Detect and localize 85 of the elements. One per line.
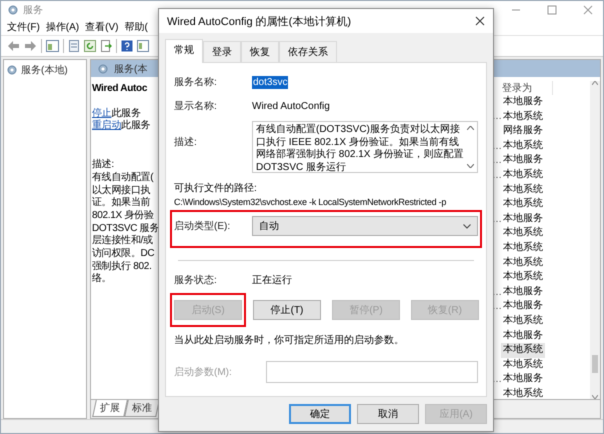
table-cell-text: 本地系统 — [502, 358, 544, 372]
dropdown[interactable]: 自动 — [252, 216, 478, 236]
hint-text: 当从此处启动服务时，你可指定所适用的启动参数。 — [174, 334, 405, 347]
tree-item[interactable]: 服务(本地) — [21, 63, 68, 77]
table-cell: 本地系统 — [501, 343, 545, 358]
field-label: 服务名称: — [174, 76, 218, 89]
scrollbar[interactable] — [590, 81, 600, 399]
service-button[interactable]: 停止(T) — [253, 300, 321, 320]
description-text: 层连接性和/或 — [92, 235, 154, 248]
table-cell-text: 本地系统 — [502, 182, 544, 197]
maximize-icon[interactable] — [547, 4, 557, 14]
table-cell-text: 本地系统 — [502, 110, 544, 124]
table-cell-text: 本地系统 — [502, 240, 544, 255]
table-cell-text: 本地服务 — [502, 328, 544, 342]
description-text: 强制执行 802. — [92, 260, 153, 273]
field-label: 启动参数(M): — [174, 366, 233, 379]
gear-icon — [7, 4, 19, 16]
dialog-title: Wired AutoConfig 的属性(本地计算机) — [167, 14, 351, 28]
field-label: 可执行文件的路径: — [174, 182, 258, 195]
scroll-up-icon[interactable] — [592, 81, 598, 85]
status-value: 正在运行 — [252, 274, 292, 287]
table-cell-text: 本地系统 — [502, 270, 544, 284]
menu-item[interactable]: 操作(A) — [46, 20, 80, 34]
table-cell-text: 本地服务 — [502, 372, 544, 386]
field-label: 显示名称: — [174, 100, 218, 113]
field-label: 描述: — [174, 136, 198, 149]
service-title: Wired Autoc — [92, 83, 148, 96]
description-field[interactable]: 有线自动配置(DOT3SVC)服务负责对以太网接口执行 IEEE 802.1X 身份验证。如果当前有线网络部署强制执行 802.1X 身份验证，则应配置 DOT3SVC 服务运行 — [252, 121, 478, 173]
gear-icon — [97, 62, 109, 74]
scroll-down-icon[interactable] — [592, 395, 598, 399]
help-icon[interactable] — [121, 40, 133, 52]
description-text: 络。 — [92, 273, 112, 286]
scroll-up-icon[interactable] — [467, 126, 474, 130]
dialog-button[interactable]: 确定 — [289, 404, 351, 424]
description-label: 描述: — [92, 159, 115, 172]
scroll-down-icon[interactable] — [467, 164, 474, 168]
dialog-button[interactable]: 取消 — [357, 404, 419, 424]
console-icon[interactable] — [137, 40, 149, 52]
description-text: 有线自动配置( — [92, 172, 154, 184]
table-cell-text: 本地服务 — [502, 95, 544, 109]
table-cell-text: 网络服务 — [502, 124, 544, 138]
table-cell-text: 本地系统 — [502, 386, 544, 401]
table-cell-text: 本地系统 — [502, 168, 544, 182]
view-tab[interactable]: 扩展 — [92, 400, 128, 417]
table-cell-text: 本地服务 — [502, 299, 544, 314]
menu-item[interactable]: 文件(F) — [7, 20, 40, 34]
table-cell-text: 本地系统 — [502, 197, 544, 212]
description-text: 802.1X 身份验 — [92, 210, 154, 223]
description-text: 访问权限。DC — [92, 248, 154, 260]
table-cell-text: 本地服务 — [502, 153, 544, 168]
window-title: 服务 — [23, 4, 43, 16]
close-icon[interactable] — [475, 16, 485, 26]
description-text: 证。如果当前 — [92, 197, 152, 210]
table-cell-text: 本地服务 — [502, 212, 544, 226]
tab[interactable]: 恢复 — [241, 41, 279, 62]
panel-icon[interactable] — [46, 40, 59, 52]
menu-item[interactable]: 查看(V) — [85, 20, 118, 34]
tab[interactable]: 依存关系 — [279, 41, 337, 62]
document-icon[interactable] — [68, 40, 80, 52]
path-value: C:\Windows\System32\svchost.exe -k LocalSystemNetworkRestricted -p — [174, 197, 448, 207]
scrollbar-thumb[interactable] — [592, 355, 598, 373]
tab[interactable]: 常规 — [165, 39, 203, 63]
action-text: 停止此服务 — [92, 108, 142, 120]
view-tab[interactable]: 标准 — [124, 400, 160, 417]
field-label: 启动类型(E): — [174, 220, 232, 233]
display-name-value: Wired AutoConfig — [252, 100, 330, 112]
service-name-value: dot3svc — [252, 76, 288, 88]
refresh-icon[interactable] — [84, 40, 96, 52]
back-arrow-icon[interactable] — [7, 40, 20, 52]
table-cell-text: 本地系统 — [502, 226, 544, 240]
service-link[interactable]: 停止 — [92, 108, 112, 119]
table-cell-text: 本地系统 — [502, 256, 544, 270]
forward-arrow-icon[interactable] — [24, 40, 37, 52]
menu-item[interactable]: 帮助( — [124, 20, 148, 34]
service-link[interactable]: 重启动 — [92, 120, 122, 132]
action-text: 重启动此服务 — [92, 120, 152, 134]
export-icon[interactable] — [100, 40, 112, 52]
gear-icon — [6, 64, 18, 76]
chevron-icon — [463, 224, 471, 228]
table-cell-text: 本地系统 — [502, 138, 544, 153]
table-cell-text: 本地服务 — [502, 284, 544, 299]
field-label: 服务状态: — [174, 274, 218, 287]
table-cell-text: 本地系统 — [502, 314, 544, 328]
description-text: 以太网接口执 — [92, 184, 152, 196]
tab[interactable]: 登录 — [203, 41, 241, 62]
